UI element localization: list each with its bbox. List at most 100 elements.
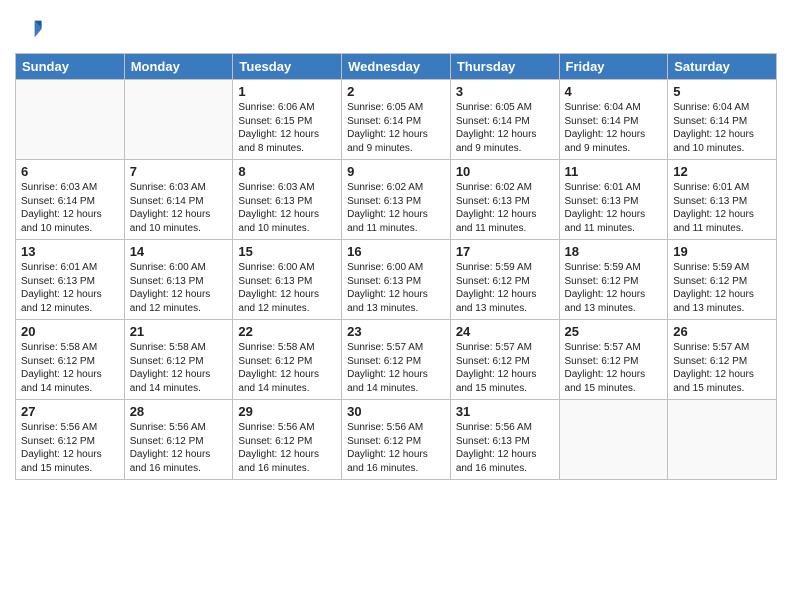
weekday-header-sunday: Sunday	[16, 54, 125, 80]
day-number: 20	[21, 324, 119, 339]
day-number: 17	[456, 244, 554, 259]
calendar-cell: 29 Sunrise: 5:56 AMSunset: 6:12 PMDayligh…	[233, 400, 342, 480]
calendar-cell: 3 Sunrise: 6:05 AMSunset: 6:14 PMDaylight…	[450, 80, 559, 160]
day-number: 15	[238, 244, 336, 259]
calendar-cell: 23Sunrise: 5:57 AMSunset: 6:12 PMDayligh…	[342, 320, 451, 400]
day-number: 29	[238, 404, 336, 419]
day-info: Sunrise: 5:56 AMSunset: 6:12 PMDaylight:…	[347, 421, 445, 475]
day-number: 7	[130, 164, 228, 179]
day-info: Sunrise: 5:57 AMSunset: 6:12 PMDaylight:…	[456, 341, 554, 395]
weekday-header-saturday: Saturday	[668, 54, 777, 80]
day-number: 11	[565, 164, 663, 179]
day-info: Sunrise: 5:56 AMSunset: 6:12 PMDaylight:…	[238, 421, 336, 475]
day-info: Sunrise: 6:04 AMSunset: 6:14 PMDaylight:…	[565, 101, 663, 155]
day-info: Sunrise: 5:56 AMSunset: 6:12 PMDaylight:…	[21, 421, 119, 475]
weekday-header-wednesday: Wednesday	[342, 54, 451, 80]
day-number: 21	[130, 324, 228, 339]
day-info: Sunrise: 5:56 AMSunset: 6:13 PMDaylight:…	[456, 421, 554, 475]
day-info: Sunrise: 6:05 AMSunset: 6:14 PMDaylight:…	[456, 101, 554, 155]
day-info: Sunrise: 5:58 AMSunset: 6:12 PMDaylight:…	[130, 341, 228, 395]
day-number: 2	[347, 84, 445, 99]
calendar-cell	[559, 400, 668, 480]
calendar-cell: 14Sunrise: 6:00 AMSunset: 6:13 PMDayligh…	[124, 240, 233, 320]
calendar-cell: 11 Sunrise: 6:01 AMSunset: 6:13 PMDayligh…	[559, 160, 668, 240]
logo	[15, 15, 47, 43]
day-info: Sunrise: 5:57 AMSunset: 6:12 PMDaylight:…	[565, 341, 663, 395]
day-info: Sunrise: 6:00 AMSunset: 6:13 PMDaylight:…	[130, 261, 228, 315]
day-number: 12	[673, 164, 771, 179]
calendar-cell	[16, 80, 125, 160]
calendar-cell: 21 Sunrise: 5:58 AMSunset: 6:12 PMDayligh…	[124, 320, 233, 400]
day-number: 3	[456, 84, 554, 99]
calendar-cell: 17 Sunrise: 5:59 AMSunset: 6:12 PMDayligh…	[450, 240, 559, 320]
calendar-cell: 16 Sunrise: 6:00 AMSunset: 6:13 PMDayligh…	[342, 240, 451, 320]
day-number: 26	[673, 324, 771, 339]
calendar-cell: 6Sunrise: 6:03 AMSunset: 6:14 PMDaylight…	[16, 160, 125, 240]
day-info: Sunrise: 6:00 AMSunset: 6:13 PMDaylight:…	[347, 261, 445, 315]
calendar-week-5: 27 Sunrise: 5:56 AMSunset: 6:12 PMDayligh…	[16, 400, 777, 480]
weekday-header-monday: Monday	[124, 54, 233, 80]
day-number: 28	[130, 404, 228, 419]
calendar-cell: 1Sunrise: 6:06 AMSunset: 6:15 PMDaylight…	[233, 80, 342, 160]
calendar-cell: 19 Sunrise: 5:59 AMSunset: 6:12 PMDayligh…	[668, 240, 777, 320]
calendar-cell: 15 Sunrise: 6:00 AMSunset: 6:13 PMDayligh…	[233, 240, 342, 320]
calendar-cell: 22 Sunrise: 5:58 AMSunset: 6:12 PMDayligh…	[233, 320, 342, 400]
day-info: Sunrise: 6:04 AMSunset: 6:14 PMDaylight:…	[673, 101, 771, 155]
day-info: Sunrise: 5:59 AMSunset: 6:12 PMDaylight:…	[565, 261, 663, 315]
calendar-week-2: 6 Sunrise: 6:03 AMSunset: 6:14 PMDaylight…	[16, 160, 777, 240]
day-info: Sunrise: 5:56 AMSunset: 6:12 PMDaylight:…	[130, 421, 228, 475]
day-number: 25	[565, 324, 663, 339]
day-info: Sunrise: 6:02 AMSunset: 6:13 PMDaylight:…	[456, 181, 554, 235]
day-number: 8	[238, 164, 336, 179]
day-info: Sunrise: 5:58 AMSunset: 6:12 PMDaylight:…	[238, 341, 336, 395]
calendar-cell: 25 Sunrise: 5:57 AMSunset: 6:12 PMDayligh…	[559, 320, 668, 400]
calendar-week-1: 1Sunrise: 6:06 AMSunset: 6:15 PMDaylight…	[16, 80, 777, 160]
day-number: 4	[565, 84, 663, 99]
day-number: 31	[456, 404, 554, 419]
day-info: Sunrise: 6:01 AMSunset: 6:13 PMDaylight:…	[21, 261, 119, 315]
day-info: Sunrise: 5:57 AMSunset: 6:12 PMDaylight:…	[673, 341, 771, 395]
calendar-cell: 26 Sunrise: 5:57 AMSunset: 6:12 PMDayligh…	[668, 320, 777, 400]
calendar-table: SundayMondayTuesdayWednesdayThursdayFrid…	[15, 53, 777, 480]
day-number: 5	[673, 84, 771, 99]
day-number: 6	[21, 164, 119, 179]
day-number: 22	[238, 324, 336, 339]
weekday-header-tuesday: Tuesday	[233, 54, 342, 80]
calendar-cell: 20 Sunrise: 5:58 AMSunset: 6:12 PMDayligh…	[16, 320, 125, 400]
day-info: Sunrise: 6:01 AMSunset: 6:13 PMDaylight:…	[565, 181, 663, 235]
calendar-page: SundayMondayTuesdayWednesdayThursdayFrid…	[0, 0, 792, 612]
day-info: Sunrise: 6:01 AMSunset: 6:13 PMDaylight:…	[673, 181, 771, 235]
logo-icon	[15, 15, 43, 43]
day-number: 18	[565, 244, 663, 259]
calendar-cell: 30Sunrise: 5:56 AMSunset: 6:12 PMDayligh…	[342, 400, 451, 480]
weekday-header-row: SundayMondayTuesdayWednesdayThursdayFrid…	[16, 54, 777, 80]
calendar-cell: 7 Sunrise: 6:03 AMSunset: 6:14 PMDaylight…	[124, 160, 233, 240]
day-number: 10	[456, 164, 554, 179]
day-info: Sunrise: 6:05 AMSunset: 6:14 PMDaylight:…	[347, 101, 445, 155]
calendar-cell: 2 Sunrise: 6:05 AMSunset: 6:14 PMDaylight…	[342, 80, 451, 160]
day-number: 1	[238, 84, 336, 99]
day-number: 13	[21, 244, 119, 259]
day-number: 19	[673, 244, 771, 259]
day-number: 16	[347, 244, 445, 259]
calendar-cell: 8Sunrise: 6:03 AMSunset: 6:13 PMDaylight…	[233, 160, 342, 240]
day-info: Sunrise: 5:57 AMSunset: 6:12 PMDaylight:…	[347, 341, 445, 395]
calendar-week-3: 13 Sunrise: 6:01 AMSunset: 6:13 PMDayligh…	[16, 240, 777, 320]
calendar-cell: 12 Sunrise: 6:01 AMSunset: 6:13 PMDayligh…	[668, 160, 777, 240]
day-info: Sunrise: 5:58 AMSunset: 6:12 PMDaylight:…	[21, 341, 119, 395]
day-number: 27	[21, 404, 119, 419]
day-info: Sunrise: 6:00 AMSunset: 6:13 PMDaylight:…	[238, 261, 336, 315]
header	[15, 15, 777, 43]
day-info: Sunrise: 5:59 AMSunset: 6:12 PMDaylight:…	[673, 261, 771, 315]
day-info: Sunrise: 6:02 AMSunset: 6:13 PMDaylight:…	[347, 181, 445, 235]
day-info: Sunrise: 5:59 AMSunset: 6:12 PMDaylight:…	[456, 261, 554, 315]
calendar-week-4: 20 Sunrise: 5:58 AMSunset: 6:12 PMDayligh…	[16, 320, 777, 400]
calendar-cell: 18 Sunrise: 5:59 AMSunset: 6:12 PMDayligh…	[559, 240, 668, 320]
weekday-header-thursday: Thursday	[450, 54, 559, 80]
calendar-cell	[668, 400, 777, 480]
calendar-cell: 10 Sunrise: 6:02 AMSunset: 6:13 PMDayligh…	[450, 160, 559, 240]
weekday-header-friday: Friday	[559, 54, 668, 80]
calendar-cell: 9Sunrise: 6:02 AMSunset: 6:13 PMDaylight…	[342, 160, 451, 240]
calendar-cell: 13 Sunrise: 6:01 AMSunset: 6:13 PMDayligh…	[16, 240, 125, 320]
day-info: Sunrise: 6:03 AMSunset: 6:14 PMDaylight:…	[130, 181, 228, 235]
